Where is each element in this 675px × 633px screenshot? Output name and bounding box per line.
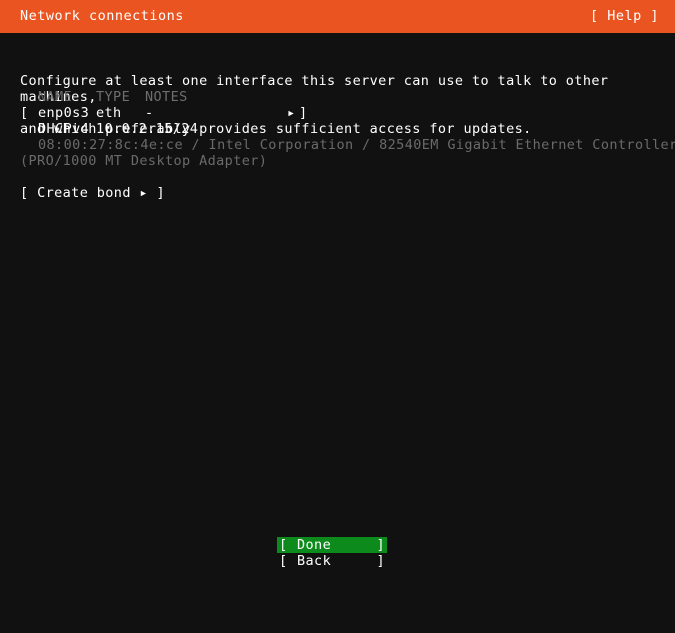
table-header-row: NAME TYPE NOTES xyxy=(0,89,675,105)
help-button[interactable]: [ Help ] xyxy=(590,8,659,24)
create-bond-label: Create bond xyxy=(37,185,131,201)
done-button[interactable]: [ Done ] xyxy=(277,537,387,553)
title-bar: Network connections [ Help ] xyxy=(0,0,675,33)
back-bracket-left: [ xyxy=(279,553,288,569)
hardware-info-line-2: (PRO/1000 MT Desktop Adapter) xyxy=(20,153,268,169)
interface-type: eth xyxy=(96,105,122,121)
network-interface-table: NAME TYPE NOTES [ enp0s3 eth - ▸ ] DHCPv… xyxy=(0,89,675,169)
address-value: 10.0.2.15/24 xyxy=(96,121,199,137)
page-title: Network connections xyxy=(20,8,184,24)
interface-notes: - xyxy=(145,105,154,121)
column-header-name: NAME xyxy=(38,89,73,105)
column-header-notes: NOTES xyxy=(145,89,188,105)
footer-buttons: [ Done ] [ Back ] xyxy=(277,537,387,569)
back-button[interactable]: [ Back ] xyxy=(277,553,387,569)
back-bracket-right: ] xyxy=(376,553,385,569)
create-bond-button[interactable]: [ Create bond ▸ ] xyxy=(20,185,165,201)
intro-line-1: Configure at least one interface this se… xyxy=(20,73,617,105)
interface-hardware-row-1: 08:00:27:8c:4e:ce / Intel Corporation / … xyxy=(0,137,675,153)
chevron-right-icon: ▸ xyxy=(139,185,148,201)
create-bond-spacer-1 xyxy=(29,185,38,201)
row-bracket-right: ] xyxy=(299,105,308,121)
interface-address-row: DHCPv4 10.0.2.15/24 xyxy=(0,121,675,137)
interface-name: enp0s3 xyxy=(38,105,90,121)
done-bracket-right: ] xyxy=(376,537,385,553)
create-bond-bracket-right: ] xyxy=(156,185,165,201)
table-row[interactable]: [ enp0s3 eth - ▸ ] xyxy=(0,105,675,121)
column-header-type: TYPE xyxy=(96,89,131,105)
hardware-info-line-1: 08:00:27:8c:4e:ce / Intel Corporation / … xyxy=(38,137,675,153)
back-button-label: Back xyxy=(297,553,332,569)
terminal-screen: Network connections [ Help ] Configure a… xyxy=(0,0,675,578)
address-protocol-label: DHCPv4 xyxy=(38,121,90,137)
interface-hardware-row-2: (PRO/1000 MT Desktop Adapter) xyxy=(0,153,675,169)
done-bracket-left: [ xyxy=(279,537,288,553)
done-button-label: Done xyxy=(297,537,332,553)
create-bond-bracket-left: [ xyxy=(20,185,29,201)
row-bracket-left: [ xyxy=(20,105,29,121)
chevron-right-icon: ▸ xyxy=(287,105,296,121)
